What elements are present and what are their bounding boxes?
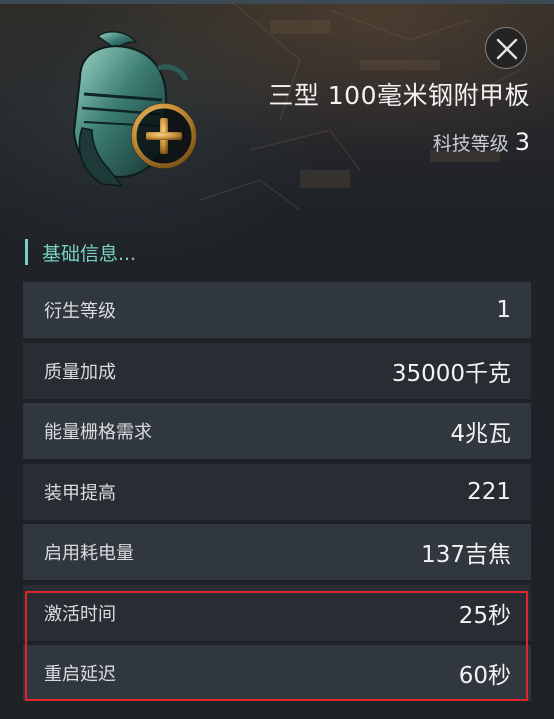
close-button[interactable]	[485, 27, 527, 69]
stat-label: 启用耗电量	[44, 543, 134, 564]
item-title: 三型 100毫米钢附甲板	[268, 81, 530, 110]
stat-value: 221	[467, 478, 511, 505]
stat-value: 137吉焦	[421, 542, 511, 568]
stat-label: 激活时间	[44, 603, 116, 625]
tech-level: 科技等级 3	[433, 128, 530, 156]
stat-row-activation-time: 激活时间 25秒	[23, 584, 531, 641]
stat-label: 重启延迟	[44, 664, 116, 685]
module-info-panel: 三型 100毫米钢附甲板 科技等级 3 基础信息... 衍生等级 1 质量加成 3…	[0, 0, 554, 719]
knight-helmet-icon	[72, 30, 197, 187]
stat-row-power-grid: 能量栅格需求 4兆瓦	[23, 403, 531, 459]
stat-label: 装甲提高	[44, 482, 116, 504]
stat-value: 25秒	[458, 602, 511, 629]
stat-row-activation-cost: 启用耗电量 137吉焦	[23, 524, 531, 580]
section-header-basic-info[interactable]: 基础信息...	[25, 238, 136, 266]
stat-value: 60秒	[458, 663, 511, 689]
tech-level-label: 科技等级	[432, 133, 509, 155]
section-accent-bar	[25, 239, 28, 265]
close-icon	[496, 38, 518, 60]
stat-row-mass-bonus: 质量加成 35000千克	[23, 342, 531, 399]
tech-level-value: 3	[514, 128, 530, 156]
stats-list: 衍生等级 1 质量加成 35000千克 能量栅格需求 4兆瓦 装甲提高 221 …	[23, 282, 531, 706]
stat-value: 35000千克	[391, 360, 511, 387]
stat-value: 1	[496, 297, 511, 323]
top-strip	[0, 0, 554, 4]
stat-label: 能量栅格需求	[44, 422, 152, 443]
stat-row-reactivation-delay: 重启延迟 60秒	[23, 645, 531, 701]
item-icon	[58, 28, 208, 198]
stat-row-armor-increase: 装甲提高 221	[23, 463, 531, 520]
stat-value: 4兆瓦	[450, 421, 511, 447]
section-title: 基础信息...	[42, 242, 137, 265]
stat-label: 质量加成	[44, 361, 116, 383]
stat-row-derived-level: 衍生等级 1	[23, 282, 531, 338]
stat-label: 衍生等级	[44, 301, 116, 322]
